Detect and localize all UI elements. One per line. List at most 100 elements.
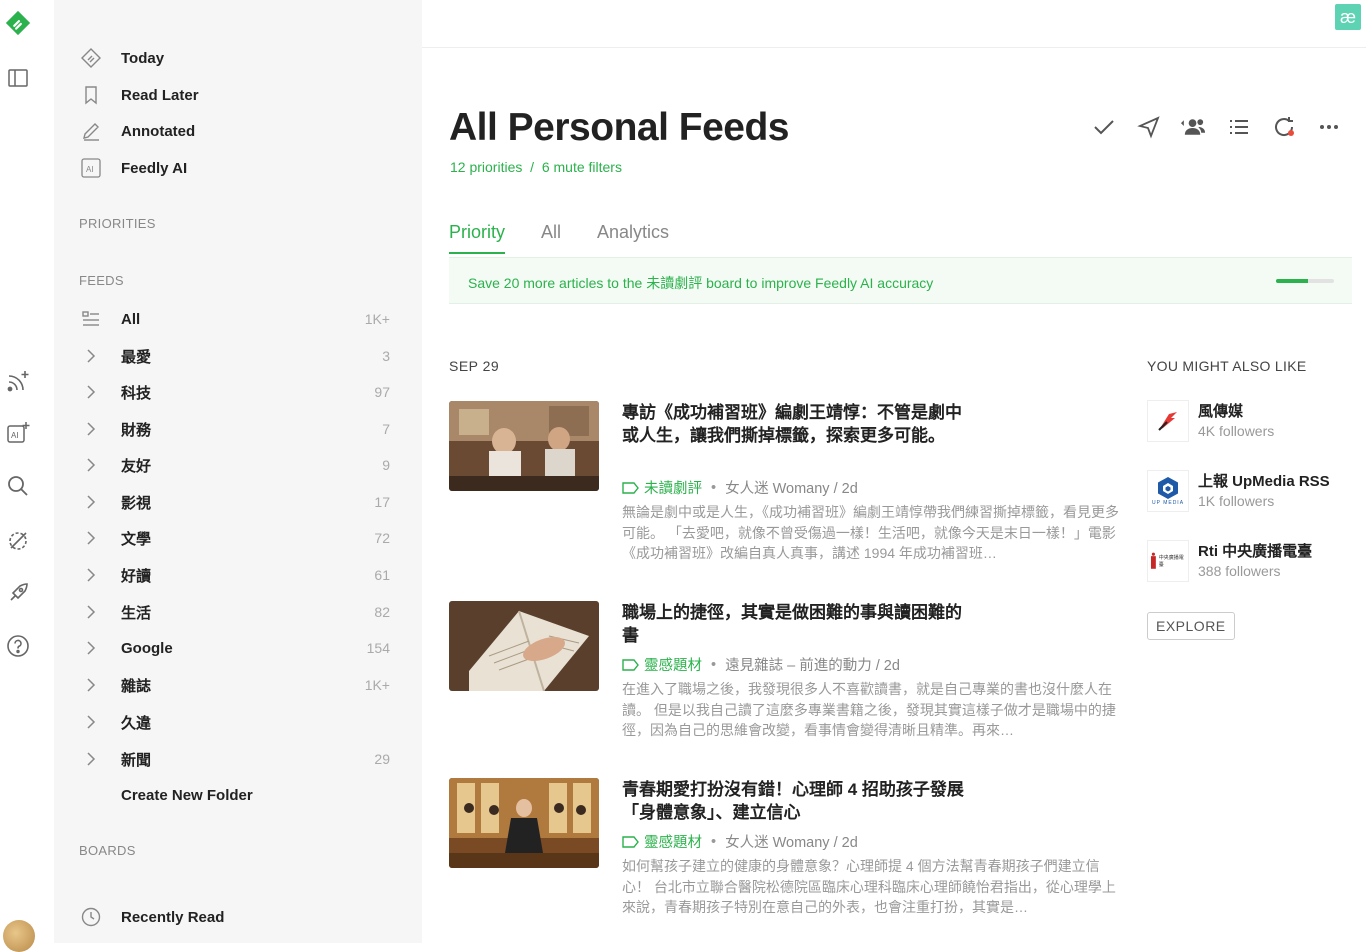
tab-analytics[interactable]: Analytics [597, 222, 669, 254]
sidebar-folder[interactable]: 久違 [80, 707, 390, 737]
unread-count: 72 [374, 530, 390, 546]
sidebar-item-label: 好讀 [121, 567, 152, 585]
article-card[interactable]: 職場上的捷徑，其實是做困難的事與讀困難的書 靈感題材 • 遠見雜誌 – 前進的動… [449, 601, 1119, 751]
sidebar-folder[interactable]: 生活 82 [80, 597, 390, 627]
sidebar-item-all[interactable]: All 1K+ [80, 304, 390, 334]
top-bar: æ [422, 0, 1366, 48]
sidebar-item-label: 雜誌 [121, 677, 152, 695]
article-thumbnail[interactable] [449, 778, 599, 868]
sidebar-item-annotated[interactable]: Annotated [80, 116, 390, 146]
more-options-icon[interactable] [1315, 113, 1342, 140]
sidebar-item-recently-read[interactable]: Recently Read [80, 902, 390, 932]
sidebar-item-label: Feedly AI [121, 159, 188, 177]
sidebar-item-label: 最愛 [121, 348, 152, 366]
sidebar-folder[interactable]: 雜誌 1K+ [80, 670, 390, 700]
chevron-right-icon[interactable] [80, 418, 102, 440]
sidebar-folder[interactable]: 文學 72 [80, 523, 390, 553]
board-tag-label: 靈感題材 [644, 658, 702, 674]
chevron-right-icon[interactable] [80, 711, 102, 733]
source-logo: UP MEDIA [1147, 470, 1189, 512]
share-icon[interactable] [1135, 113, 1162, 140]
chevron-right-icon[interactable] [80, 601, 102, 623]
sidebar-toggle-icon[interactable] [4, 64, 32, 92]
refresh-icon[interactable] [1270, 113, 1297, 140]
sidebar-item-label: All [121, 310, 141, 328]
avatar[interactable] [3, 920, 35, 952]
sidebar-item-label: 影視 [121, 494, 152, 512]
sidebar-item-feedly-ai[interactable]: AI Feedly AI [80, 153, 390, 183]
suggested-source[interactable]: UP MEDIA 上報 UpMedia RSS 1K followers [1147, 470, 1357, 514]
article-thumbnail[interactable] [449, 601, 599, 691]
article-title[interactable]: 青春期愛打扮沒有錯！心理師 4 招助孩子發展「身體意象」、建立信心 [622, 778, 967, 824]
chevron-right-icon[interactable] [80, 637, 102, 659]
article-card[interactable]: 專訪《成功補習班》編劇王靖惇：不管是劇中或人生，讓我們撕掉標籤，探索更多可能。 … [449, 401, 1119, 571]
extension-logo-icon[interactable]: æ [1335, 4, 1361, 30]
article-meta: 靈感題材 • 女人迷 Womany / 2d [622, 831, 858, 852]
chevron-right-icon[interactable] [80, 491, 102, 513]
rocket-icon[interactable] [4, 579, 32, 607]
sidebar-folder[interactable]: 影視 17 [80, 487, 390, 517]
list-view-icon[interactable] [1225, 113, 1252, 140]
tab-all[interactable]: All [541, 222, 561, 254]
sidebar-item-label: Annotated [121, 122, 196, 140]
sidebar-folder[interactable]: 友好 9 [80, 450, 390, 480]
sidebar-item-today[interactable]: Today [80, 43, 390, 73]
sidebar-folder[interactable]: 科技 97 [80, 377, 390, 407]
article-source[interactable]: 女人迷 Womany / 2d [725, 831, 858, 852]
feeds-heading[interactable]: FEEDS [79, 273, 124, 288]
chevron-right-icon[interactable] [80, 345, 102, 367]
chevron-right-icon[interactable] [80, 381, 102, 403]
board-tag[interactable]: 靈感題材 [622, 831, 702, 852]
sidebar-folder[interactable]: 最愛 3 [80, 341, 390, 371]
mute-icon[interactable] [4, 526, 32, 554]
article-card[interactable]: 青春期愛打扮沒有錯！心理師 4 招助孩子發展「身體意象」、建立信心 靈感題材 •… [449, 778, 1119, 928]
sidebar-item-label: Google [121, 639, 173, 657]
ai-feed-icon[interactable]: AI [4, 419, 32, 447]
article-source[interactable]: 遠見雜誌 – 前進的動力 / 2d [725, 654, 900, 675]
suggested-source[interactable]: 風傳媒 4K followers [1147, 400, 1357, 444]
follow-sources-icon[interactable] [4, 367, 32, 395]
sidebar-folder[interactable]: Google 154 [80, 633, 390, 663]
team-icon[interactable] [1180, 113, 1207, 140]
board-tag[interactable]: 靈感題材 [622, 654, 702, 675]
chevron-right-icon[interactable] [80, 564, 102, 586]
pen-icon [80, 120, 102, 142]
unread-count: 9 [382, 457, 390, 473]
source-followers: 1K followers [1198, 493, 1275, 509]
suggested-source[interactable]: 中央廣播電臺 Rti 中央廣播電臺 388 followers [1147, 540, 1357, 584]
mark-as-read-icon[interactable] [1090, 113, 1117, 140]
feed-tabs: Priority All Analytics [449, 222, 669, 254]
priorities-heading[interactable]: PRIORITIES [79, 216, 156, 231]
bookmark-icon [80, 84, 102, 106]
training-progress-bar [1276, 279, 1334, 283]
chevron-right-icon[interactable] [80, 454, 102, 476]
create-new-folder-link[interactable]: Create New Folder [121, 787, 253, 804]
tab-priority[interactable]: Priority [449, 222, 506, 254]
board-tag[interactable]: 未讀劇評 [622, 477, 702, 498]
article-thumbnail[interactable] [449, 401, 599, 491]
svg-text:AI: AI [86, 165, 94, 174]
article-summary: 無論是劇中或是人生，《成功補習班》編劇王靖惇帶我們練習撕掉標籤，看見更多可能。 … [622, 504, 1119, 561]
sidebar-folder[interactable]: 新聞 29 [80, 744, 390, 774]
sidebar-item-label: 財務 [121, 421, 152, 439]
date-heading: SEP 29 [449, 358, 500, 374]
article-title[interactable]: 專訪《成功補習班》編劇王靖惇：不管是劇中或人生，讓我們撕掉標籤，探索更多可能。 [622, 401, 967, 447]
explore-button[interactable]: EXPLORE [1147, 612, 1235, 640]
source-logo: 中央廣播電臺 [1147, 540, 1189, 582]
search-icon[interactable] [4, 472, 32, 500]
source-followers: 4K followers [1198, 423, 1275, 439]
help-icon[interactable] [4, 632, 32, 660]
chevron-right-icon[interactable] [80, 674, 102, 696]
sidebar-item-read-later[interactable]: Read Later [80, 80, 390, 110]
ai-accuracy-banner[interactable]: Save 20 more articles to the 未讀劇評 board … [449, 257, 1352, 304]
sidebar-folder[interactable]: 好讀 61 [80, 560, 390, 590]
chevron-right-icon[interactable] [80, 748, 102, 770]
sidebar-folder[interactable]: 財務 7 [80, 414, 390, 444]
article-source[interactable]: 女人迷 Womany / 2d [725, 477, 858, 498]
article-title[interactable]: 職場上的捷徑，其實是做困難的事與讀困難的書 [622, 601, 967, 647]
chevron-right-icon[interactable] [80, 527, 102, 549]
main-content: æ All Personal Feeds 12 priorities / 6 m… [422, 0, 1366, 943]
boards-heading[interactable]: BOARDS [79, 843, 136, 858]
feedly-logo-icon[interactable] [4, 9, 32, 37]
priorities-mute-filters-link[interactable]: 12 priorities / 6 mute filters [450, 159, 622, 175]
